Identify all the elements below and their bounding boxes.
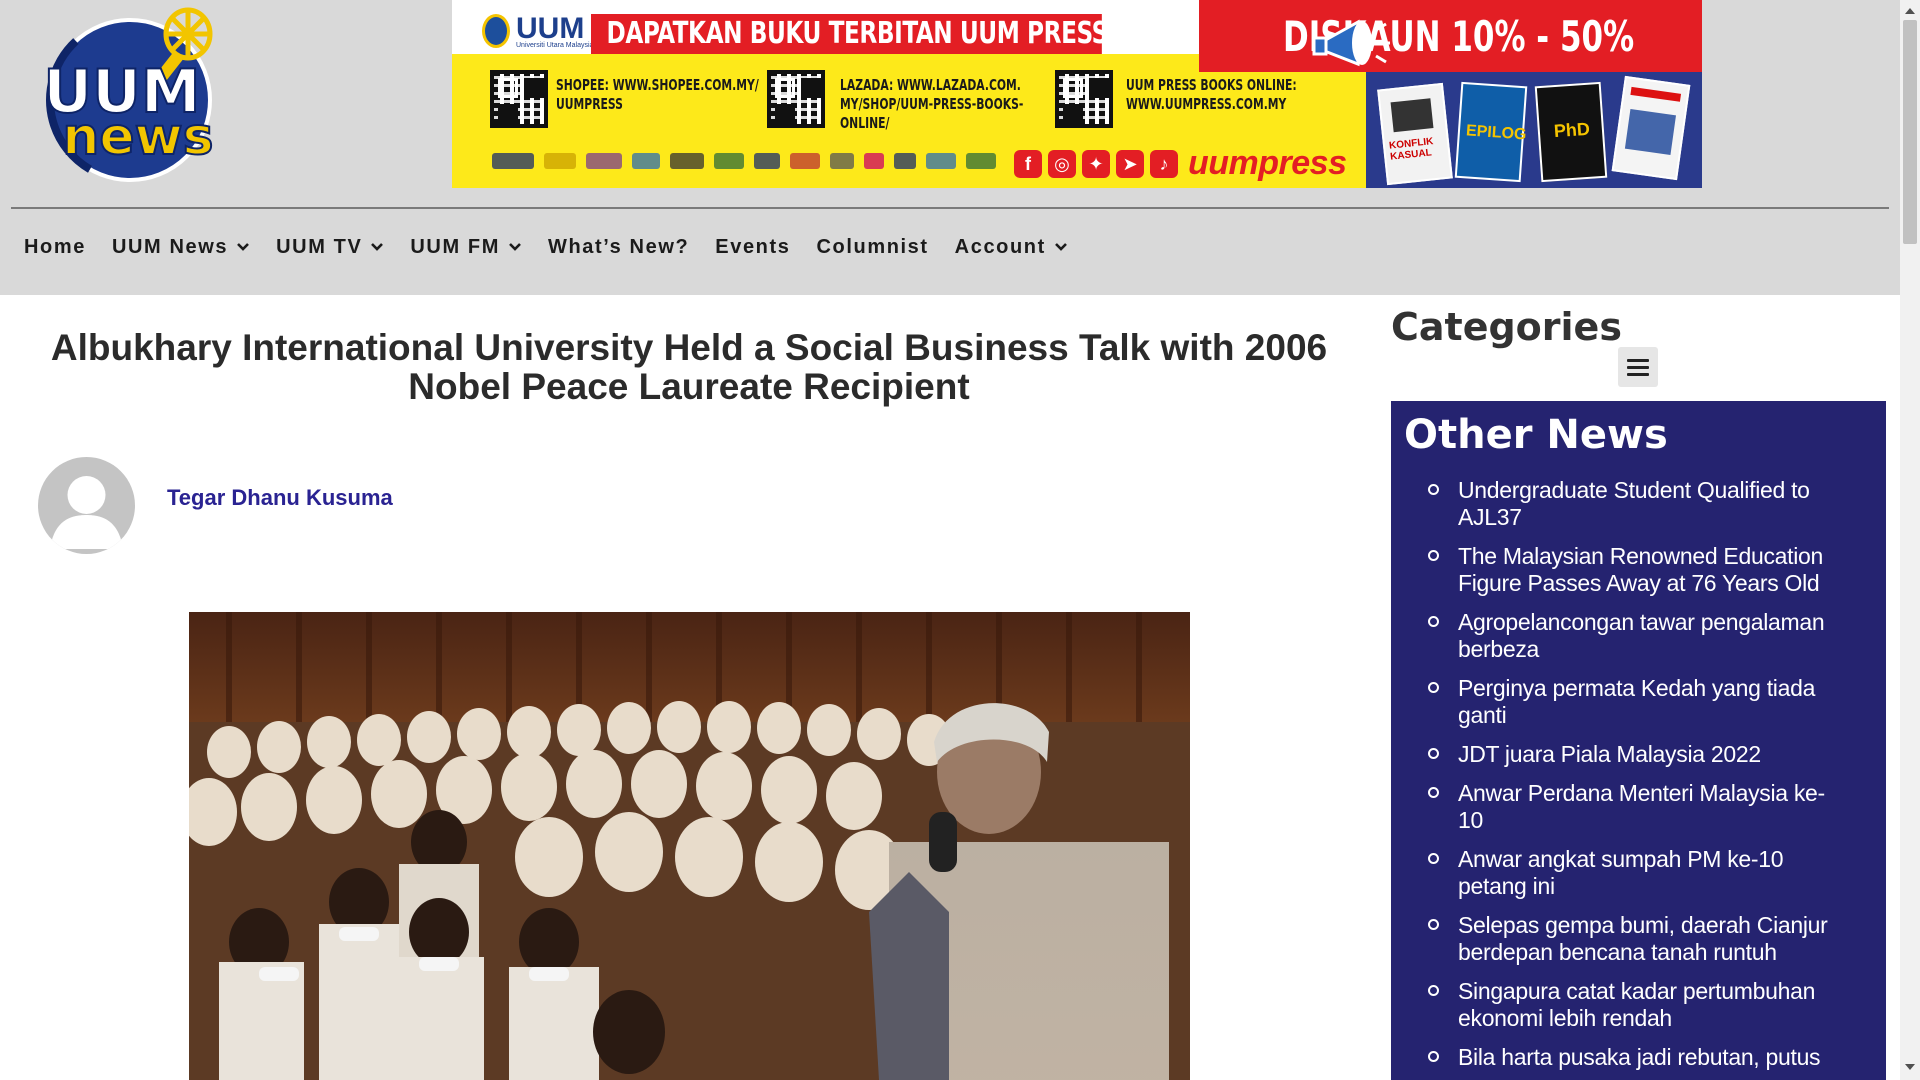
nav-account[interactable]: Account	[955, 236, 1068, 259]
shopee-link-text: SHOPEE: WWW.SHOPEE.COM.MY/ UUMPRESS	[556, 76, 759, 113]
circle-bullet-icon	[1428, 616, 1439, 627]
circle-bullet-icon	[1428, 484, 1439, 495]
circle-bullet-icon	[1428, 853, 1439, 864]
chevron-down-icon	[237, 243, 250, 251]
circle-bullet-icon	[1428, 985, 1439, 996]
banner-headline: DAPATKAN BUKU TERBITAN UUM PRESS DALAM T…	[591, 14, 1348, 54]
author-avatar[interactable]	[38, 457, 135, 554]
uum-badge: UUM Universiti Utara Malaysia	[482, 12, 593, 52]
nav-events[interactable]: Events	[715, 236, 790, 259]
megaphone-icon	[1312, 19, 1390, 67]
article-featured-image	[189, 612, 1190, 1080]
shopee-qr-code	[490, 70, 548, 128]
categories-menu-button[interactable]	[1618, 347, 1658, 387]
uumpress-brand: uumpress	[1188, 144, 1347, 182]
chevron-down-icon	[1054, 243, 1067, 251]
news-list-item[interactable]: Singapura catat kadar pertumbuhan ekonom…	[1391, 978, 1886, 1032]
social-icons: f ◎ ✦ ➤ ♪ uumpress	[1014, 144, 1347, 183]
other-news-list: Undergraduate Student Qualified to AJL37…	[1391, 477, 1886, 1080]
telegram-icon: ➤	[1116, 149, 1144, 178]
circle-bullet-icon	[1428, 787, 1439, 798]
circle-bullet-icon	[1428, 748, 1439, 759]
online-store-qr-code	[1055, 70, 1113, 128]
discount-strip: DISKAUN 10% - 50%	[1199, 0, 1702, 72]
circle-bullet-icon	[1428, 919, 1439, 930]
nav-home[interactable]: Home	[24, 236, 86, 259]
main-navigation: Home UUM News UUM TV UUM FM What’s New? …	[24, 232, 1094, 262]
news-list-item[interactable]: Bila harta pusaka jadi rebutan, putus	[1391, 1044, 1886, 1071]
nav-divider	[11, 207, 1889, 209]
news-list-item[interactable]: Anwar angkat sumpah PM ke-10 petang ini	[1391, 846, 1886, 900]
scroll-up-arrow-icon[interactable]	[1905, 8, 1915, 14]
hamburger-icon	[1627, 358, 1649, 362]
uum-seal-icon	[482, 14, 510, 48]
circle-bullet-icon	[1428, 550, 1439, 561]
nav-uum-news[interactable]: UUM News	[112, 236, 250, 259]
site-header: UUM news UUM Universiti Utara Malaysia D…	[0, 0, 1900, 295]
news-list-item[interactable]: Anwar Perdana Menteri Malaysia ke-10	[1391, 780, 1886, 834]
tiktok-icon: ♪	[1150, 149, 1178, 178]
scrollbar-thumb[interactable]	[1903, 20, 1917, 244]
article-title: Albukhary International University Held …	[50, 327, 1328, 407]
circle-bullet-icon	[1428, 682, 1439, 693]
page-scrollbar[interactable]	[1900, 0, 1920, 1080]
nav-whats-new[interactable]: What’s New?	[548, 236, 689, 259]
twitter-icon: ✦	[1082, 149, 1110, 178]
book-cover: KONFLIK KASUAL	[1377, 82, 1453, 186]
nav-uum-fm[interactable]: UUM FM	[410, 236, 522, 259]
nav-columnist[interactable]: Columnist	[816, 236, 928, 259]
facebook-icon: f	[1014, 149, 1042, 178]
lazada-qr-code	[767, 70, 825, 128]
book-cover	[1611, 75, 1691, 181]
news-list-item[interactable]: Undergraduate Student Qualified to AJL37	[1391, 477, 1886, 531]
author-name-link[interactable]: Tegar Dhanu Kusuma	[167, 485, 393, 511]
scroll-down-arrow-icon[interactable]	[1905, 1064, 1915, 1070]
partner-logos	[492, 146, 1082, 176]
news-list-item[interactable]: Agropelancongan tawar pengalaman berbeza	[1391, 609, 1886, 663]
other-news-panel: Other News Undergraduate Student Qualifi…	[1391, 401, 1886, 1080]
chevron-down-icon	[509, 243, 521, 251]
news-list-item[interactable]: JDT juara Piala Malaysia 2022	[1391, 741, 1886, 768]
logo-text-news: news	[62, 107, 213, 167]
other-news-heading: Other News	[1404, 412, 1668, 458]
user-placeholder-icon	[50, 476, 123, 549]
uum-news-logo[interactable]: UUM news	[38, 4, 226, 184]
book-cover: EPILOG	[1454, 81, 1528, 183]
news-list-item[interactable]: The Malaysian Renowned Education Figure …	[1391, 543, 1886, 597]
nav-uum-tv[interactable]: UUM TV	[276, 236, 384, 259]
news-list-item[interactable]: Perginya permata Kedah yang tiada ganti	[1391, 675, 1886, 729]
instagram-icon: ◎	[1048, 149, 1076, 178]
online-store-text: UUM PRESS BOOKS ONLINE: WWW.UUMPRESS.COM…	[1126, 76, 1297, 113]
chevron-down-icon	[371, 243, 384, 251]
circle-bullet-icon	[1428, 1051, 1439, 1062]
news-list-item[interactable]: Selepas gempa bumi, daerah Cianjur berde…	[1391, 912, 1886, 966]
book-cover: PhD	[1534, 81, 1608, 183]
lazada-link-text: LAZADA: WWW.LAZADA.COM. MY/SHOP/UUM-PRES…	[840, 76, 1024, 132]
categories-heading: Categories	[1391, 305, 1622, 349]
uum-press-banner-ad[interactable]: UUM Universiti Utara Malaysia DAPATKAN B…	[452, 0, 1702, 188]
